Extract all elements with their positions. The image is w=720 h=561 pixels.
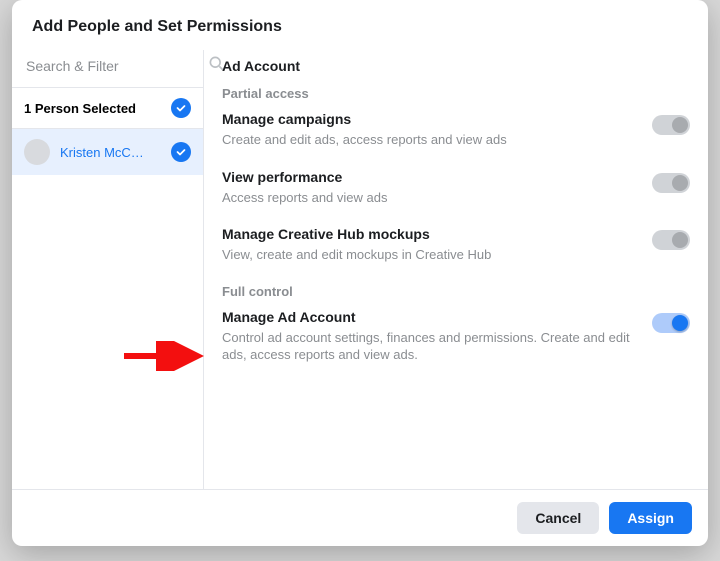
permission-title: Manage Creative Hub mockups — [222, 226, 638, 242]
selected-count-row: 1 Person Selected — [12, 88, 203, 129]
check-icon — [171, 98, 191, 118]
permission-creative-hub: Manage Creative Hub mockups View, create… — [222, 226, 690, 264]
avatar — [24, 139, 50, 165]
check-icon — [171, 142, 191, 162]
permission-view-performance: View performance Access reports and view… — [222, 169, 690, 207]
full-control-label: Full control — [222, 284, 690, 299]
permissions-panel: Ad Account Partial access Manage campaig… — [204, 50, 708, 489]
permission-desc: Access reports and view ads — [222, 189, 638, 207]
permission-title: Manage Ad Account — [222, 309, 638, 325]
toggle-manage-campaigns[interactable] — [652, 115, 690, 135]
permission-title: View performance — [222, 169, 638, 185]
permission-title: Manage campaigns — [222, 111, 638, 127]
toggle-view-performance[interactable] — [652, 173, 690, 193]
modal-title: Add People and Set Permissions — [12, 0, 708, 50]
permission-manage-campaigns: Manage campaigns Create and edit ads, ac… — [222, 111, 690, 149]
partial-access-label: Partial access — [222, 86, 690, 101]
permissions-modal: Add People and Set Permissions 1 Person … — [12, 0, 708, 546]
modal-footer: Cancel Assign — [12, 489, 708, 546]
person-row[interactable]: Kristen McC… — [12, 129, 203, 175]
toggle-creative-hub[interactable] — [652, 230, 690, 250]
asset-heading: Ad Account — [222, 58, 690, 74]
person-name: Kristen McC… — [60, 145, 161, 160]
toggle-manage-account[interactable] — [652, 313, 690, 333]
people-panel: 1 Person Selected Kristen McC… — [12, 50, 204, 489]
search-input[interactable] — [26, 58, 207, 74]
assign-button[interactable]: Assign — [609, 502, 692, 534]
permission-desc: View, create and edit mockups in Creativ… — [222, 246, 638, 264]
permission-manage-account: Manage Ad Account Control ad account set… — [222, 309, 690, 364]
permission-desc: Control ad account settings, finances an… — [222, 329, 638, 364]
cancel-button[interactable]: Cancel — [517, 502, 599, 534]
selected-count-label: 1 Person Selected — [24, 101, 136, 116]
permission-desc: Create and edit ads, access reports and … — [222, 131, 638, 149]
